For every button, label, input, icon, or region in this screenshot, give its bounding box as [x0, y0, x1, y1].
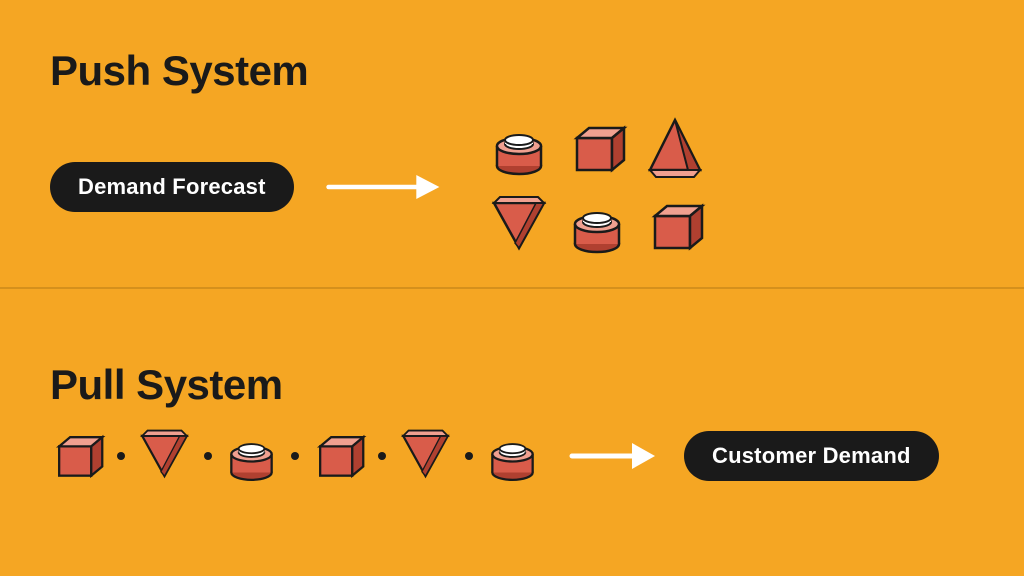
push-triangle-up-1 [640, 113, 710, 183]
push-cylinder-2 [562, 191, 632, 261]
pull-connector-3 [291, 452, 299, 460]
pull-cube-2 [311, 428, 366, 483]
pull-cube-1 [50, 428, 105, 483]
demand-forecast-label: Demand Forecast [50, 162, 294, 212]
section-divider [0, 287, 1024, 289]
pull-cylinder-2 [485, 427, 540, 485]
push-triangle-down-1 [484, 191, 554, 261]
push-cube-1 [562, 113, 632, 183]
pull-cylinder-1 [224, 427, 279, 485]
push-cylinder-1 [484, 113, 554, 183]
pull-connector-4 [378, 452, 386, 460]
pull-title: Pull System [50, 361, 974, 409]
push-title: Push System [50, 47, 974, 95]
pull-row: Customer Demand [50, 427, 974, 485]
pull-section: Pull System [50, 289, 974, 556]
pull-triangle-down-1 [137, 427, 192, 485]
customer-demand-label: Customer Demand [684, 431, 939, 481]
main-container: Push System Demand Forecast [0, 0, 1024, 576]
pull-connector-5 [465, 452, 473, 460]
pull-connector-1 [117, 452, 125, 460]
pull-connector-2 [204, 452, 212, 460]
push-cube-2 [640, 191, 710, 261]
pull-triangle-down-2 [398, 427, 453, 485]
push-shapes-grid [484, 113, 710, 261]
push-row: Demand Forecast [50, 113, 974, 261]
push-section: Push System Demand Forecast [50, 20, 974, 287]
push-arrow [324, 162, 444, 212]
pull-arrow [552, 431, 672, 481]
